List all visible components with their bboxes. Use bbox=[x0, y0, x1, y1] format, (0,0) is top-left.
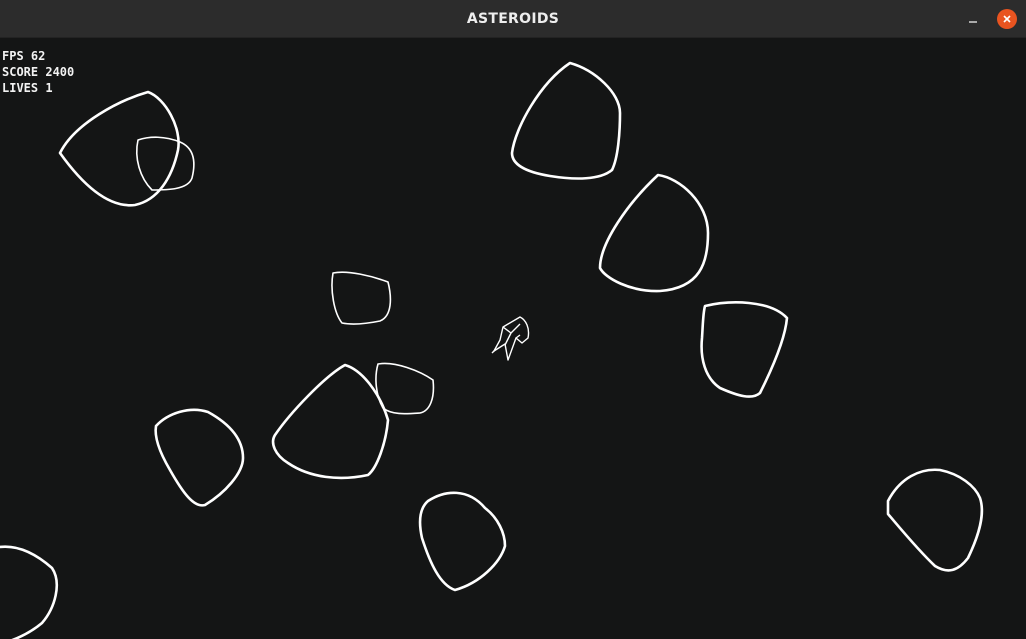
minimize-icon bbox=[969, 21, 977, 23]
minimize-button[interactable] bbox=[963, 9, 983, 29]
asteroid bbox=[886, 468, 984, 572]
asteroid bbox=[510, 61, 622, 180]
player-ship bbox=[491, 316, 530, 361]
title-bar[interactable]: ASTEROIDS bbox=[0, 0, 1026, 38]
close-button[interactable] bbox=[997, 9, 1017, 29]
hud: FPS 62 SCORE 2400 LIVES 1 bbox=[2, 48, 74, 96]
asteroid bbox=[700, 301, 789, 398]
asteroid bbox=[375, 362, 435, 415]
asteroid bbox=[154, 408, 245, 507]
game-window: ASTEROIDS FPS 62 SCORE 2400 LIVES 1 bbox=[0, 0, 1026, 639]
asteroid bbox=[271, 363, 390, 480]
asteroid bbox=[331, 271, 392, 325]
lives-display: LIVES 1 bbox=[2, 81, 53, 95]
asteroid bbox=[418, 491, 507, 592]
score-display: SCORE 2400 bbox=[2, 65, 75, 79]
asteroid bbox=[0, 545, 58, 639]
fps-counter: FPS 62 bbox=[2, 49, 46, 63]
window-title: ASTEROIDS bbox=[466, 11, 560, 27]
asteroid bbox=[58, 90, 180, 207]
close-icon bbox=[1003, 15, 1011, 23]
game-canvas[interactable]: FPS 62 SCORE 2400 LIVES 1 bbox=[0, 38, 1026, 639]
playfield bbox=[0, 61, 984, 639]
asteroid bbox=[598, 173, 710, 293]
